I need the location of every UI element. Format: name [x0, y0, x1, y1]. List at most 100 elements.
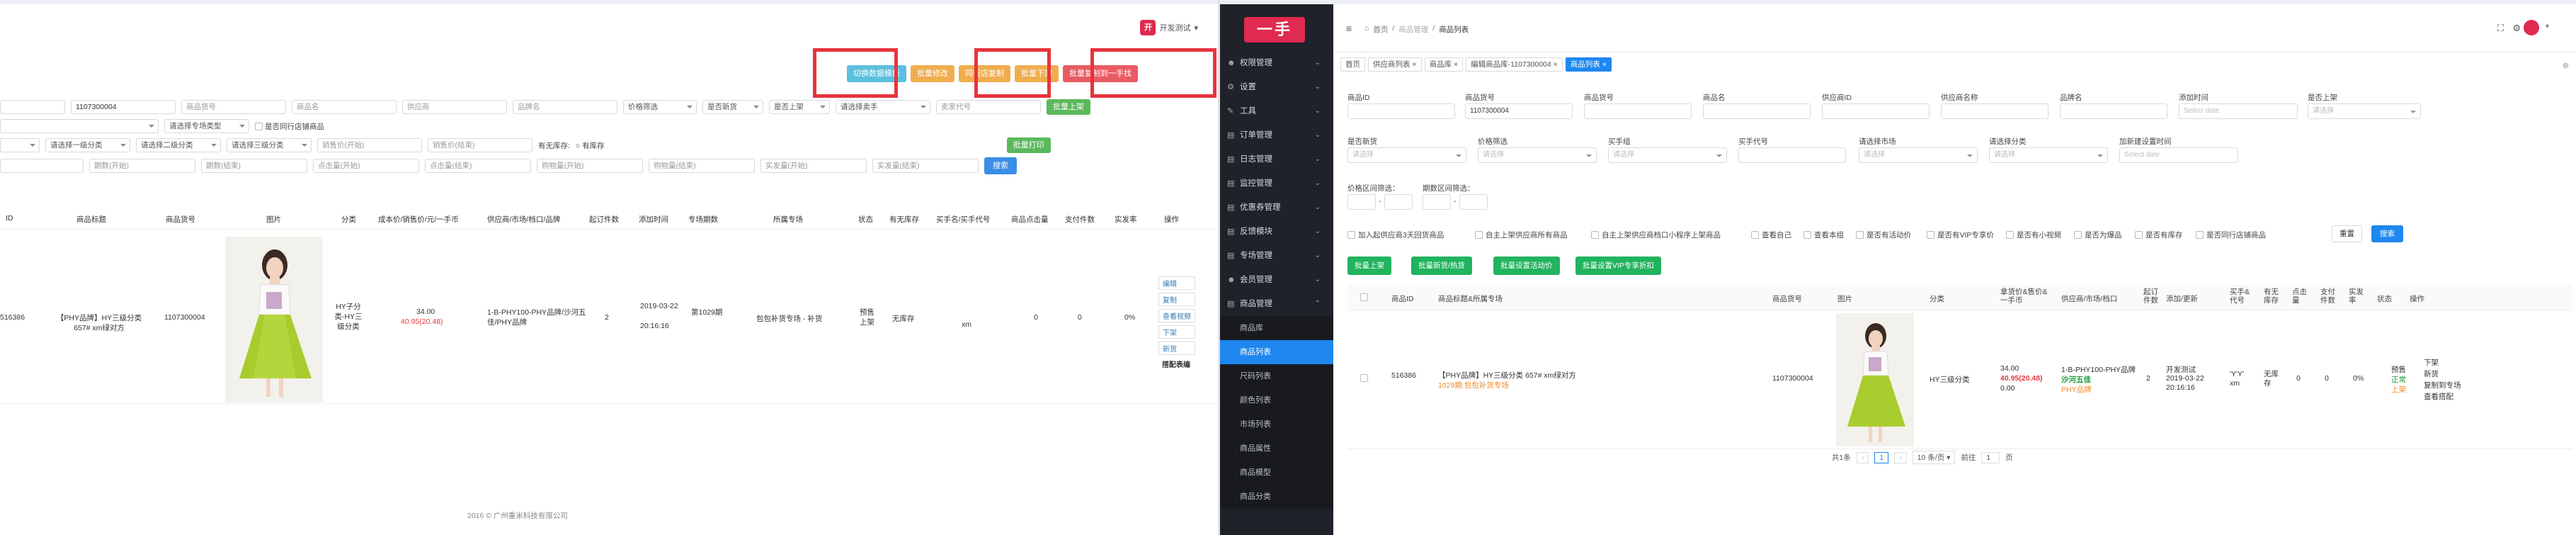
avatar[interactable] [2524, 20, 2539, 35]
check-view-group[interactable]: 查看本组 [1803, 230, 1844, 240]
submenu-goods-model[interactable]: 商品模型 [1220, 461, 1333, 485]
special-type-select[interactable]: 请选择专场类型 [164, 119, 249, 133]
submenu-goods-lib[interactable]: 商品库 [1220, 316, 1333, 340]
buyer-code-input[interactable] [1738, 147, 1846, 163]
offshelf-link[interactable]: 下架 [2424, 357, 2439, 368]
breadcrumb-home[interactable]: 首页 [1373, 24, 1388, 35]
batch-print-button[interactable]: 批量打印 [1006, 137, 1051, 153]
tab-goods-lib[interactable]: 商品库 × [1424, 57, 1464, 72]
edit-link[interactable]: 编辑 [1158, 276, 1195, 290]
category-select[interactable]: 请选择 [1989, 147, 2108, 163]
menu-tools[interactable]: ✎ 工具 ⌄ [1220, 99, 1333, 123]
period-end-input[interactable]: 期数(结束) [201, 159, 307, 173]
tab-home[interactable]: 首页 [1340, 57, 1365, 72]
page-size-select[interactable]: 10 条/页 ▾ [1912, 451, 1956, 464]
brand-input[interactable]: 品牌名 [513, 100, 617, 114]
new-link[interactable]: 新货 [2424, 368, 2439, 379]
search-button[interactable]: 搜索 [2371, 225, 2403, 242]
category-select-1[interactable]: 请选择一级分类 [45, 138, 130, 152]
batch-onshelf-button[interactable]: 批量上架 [1347, 257, 1391, 275]
batch-onshelf-button[interactable]: 批量上架 [1047, 99, 1090, 115]
peer-shop-checkbox[interactable]: 是否同行店铺商品 [255, 121, 324, 132]
chevron-down-icon[interactable]: ▾ [2546, 23, 2549, 30]
category-select-2[interactable]: 请选择二级分类 [136, 138, 221, 152]
menu-settings[interactable]: ⚙ 设置 ⌄ [1220, 75, 1333, 99]
period-start-input[interactable]: 期数(开始) [89, 159, 195, 173]
period-max-input[interactable] [1459, 194, 1488, 210]
copy-link[interactable]: 复制 [1158, 293, 1195, 306]
is-onshelf-select[interactable]: 是否上架 [769, 100, 830, 114]
cart-start-input[interactable]: 购物量(开始) [537, 159, 643, 173]
item-no-input[interactable]: 商品货号 [181, 100, 286, 114]
menu-logs[interactable]: ▤ 日志管理 ⌄ [1220, 147, 1333, 171]
item-name-input[interactable]: 商品名 [292, 100, 397, 114]
batch-vip-discount-button[interactable]: 批量设置VIP专享折扣 [1575, 257, 1661, 275]
price-max-input[interactable] [1384, 194, 1413, 210]
sku-filter-input[interactable]: 1107300004 [71, 100, 176, 114]
view-match-link[interactable]: 查看搭配 [2424, 391, 2454, 402]
batch-edit-button[interactable]: 批量修改 [911, 65, 954, 82]
tab-close-all-icon[interactable]: ⊗ [2563, 61, 2569, 70]
header-user[interactable]: 开 开发测试 ▾ [1140, 20, 1198, 35]
price-filter-select[interactable]: 价格筛选 [623, 100, 697, 114]
submenu-goods-category[interactable]: 商品分类 [1220, 485, 1333, 509]
submenu-color-list[interactable]: 颜色列表 [1220, 388, 1333, 412]
price-filter-select[interactable]: 请选择 [1478, 147, 1597, 163]
period-min-input[interactable] [1423, 194, 1451, 210]
check-self-miniapp[interactable]: 自主上架供应商档口小程序上架商品 [1591, 230, 1721, 240]
check-stock[interactable]: 是否有库存 [2135, 230, 2183, 240]
next-page-icon[interactable]: › [1894, 451, 1907, 463]
copy-to-special-link[interactable]: 复制到专场 [2424, 380, 2461, 390]
submenu-goods-attr[interactable]: 商品属性 [1220, 437, 1333, 461]
item-no-input[interactable] [1584, 103, 1692, 119]
price-min-input[interactable] [1347, 194, 1376, 210]
reset-button[interactable]: 重置 [2332, 225, 2362, 242]
category-select-3[interactable]: 请选择三级分类 [227, 138, 312, 152]
range-input[interactable] [0, 159, 84, 173]
menu-special[interactable]: ▤ 专场管理 ⌄ [1220, 244, 1333, 268]
brand-input[interactable] [2060, 103, 2167, 119]
is-new-select[interactable]: 请选择 [1347, 147, 1466, 163]
supplier-id-input[interactable] [1822, 103, 1930, 119]
click-end-input[interactable]: 点击量(结束) [425, 159, 531, 173]
settings-icon[interactable]: ⚙ [2512, 23, 2521, 34]
product-image[interactable] [1836, 313, 1914, 446]
price-end-input[interactable]: 销售价(结束) [428, 138, 532, 152]
goods-id-input[interactable] [1347, 103, 1455, 119]
seller-code-input[interactable]: 卖家代号 [936, 100, 1041, 114]
new-time-picker[interactable]: Select date [2119, 147, 2238, 163]
menu-toggle-icon[interactable]: ≡ [1346, 23, 1352, 34]
add-time-picker[interactable]: Select date [2179, 103, 2298, 119]
select-all-checkbox[interactable] [1360, 293, 1368, 301]
is-new-select[interactable]: 是否新货 [702, 100, 763, 114]
ship-end-input[interactable]: 实发量(结束) [872, 159, 979, 173]
close-icon[interactable]: × [1602, 60, 1607, 69]
tab-supplier-list[interactable]: 供应商列表 × [1368, 57, 1422, 72]
product-image[interactable] [225, 237, 323, 402]
menu-feedback[interactable]: ▤ 反馈模块 ⌄ [1220, 220, 1333, 244]
offshelf-link[interactable]: 下架 [1158, 325, 1195, 339]
menu-goods[interactable]: ▤ 商品管理 ⌃ [1220, 292, 1333, 316]
submenu-goods-list[interactable]: 商品列表 [1220, 340, 1333, 364]
tab-edit-goods-lib[interactable]: 编辑商品库-1107300004 × [1466, 57, 1563, 72]
filter-select[interactable] [0, 119, 159, 133]
search-button[interactable]: 搜索 [984, 157, 1017, 174]
check-vip-price[interactable]: 是否有VIP专享价 [1927, 230, 1994, 240]
pager-current[interactable]: 1 [1874, 451, 1889, 463]
sku-input[interactable]: 1107300004 [1465, 103, 1573, 119]
check-3day-return[interactable]: 加入起供应商3天回货商品 [1347, 230, 1444, 240]
submenu-size-list[interactable]: 尺码列表 [1220, 364, 1333, 388]
close-icon[interactable]: × [1412, 60, 1416, 69]
market-select[interactable]: 请选择 [1859, 147, 1978, 163]
menu-permission[interactable]: ☻ 权限管理 ⌄ [1220, 51, 1333, 75]
ship-start-input[interactable]: 实发量(开始) [760, 159, 867, 173]
check-self-all[interactable]: 自主上架供应商所有商品 [1475, 230, 1568, 240]
row-checkbox[interactable] [1360, 374, 1368, 382]
buyer-group-select[interactable]: 请选择 [1608, 147, 1727, 163]
new-link[interactable]: 新货 [1158, 342, 1195, 355]
buyer-select[interactable]: 请选择卖手 [836, 100, 930, 114]
category-select-0[interactable] [0, 138, 40, 152]
cart-end-input[interactable]: 购物量(结束) [649, 159, 755, 173]
check-peer-shop[interactable]: 是否同行店铺商品 [2196, 230, 2266, 240]
close-icon[interactable]: × [1554, 60, 1558, 69]
